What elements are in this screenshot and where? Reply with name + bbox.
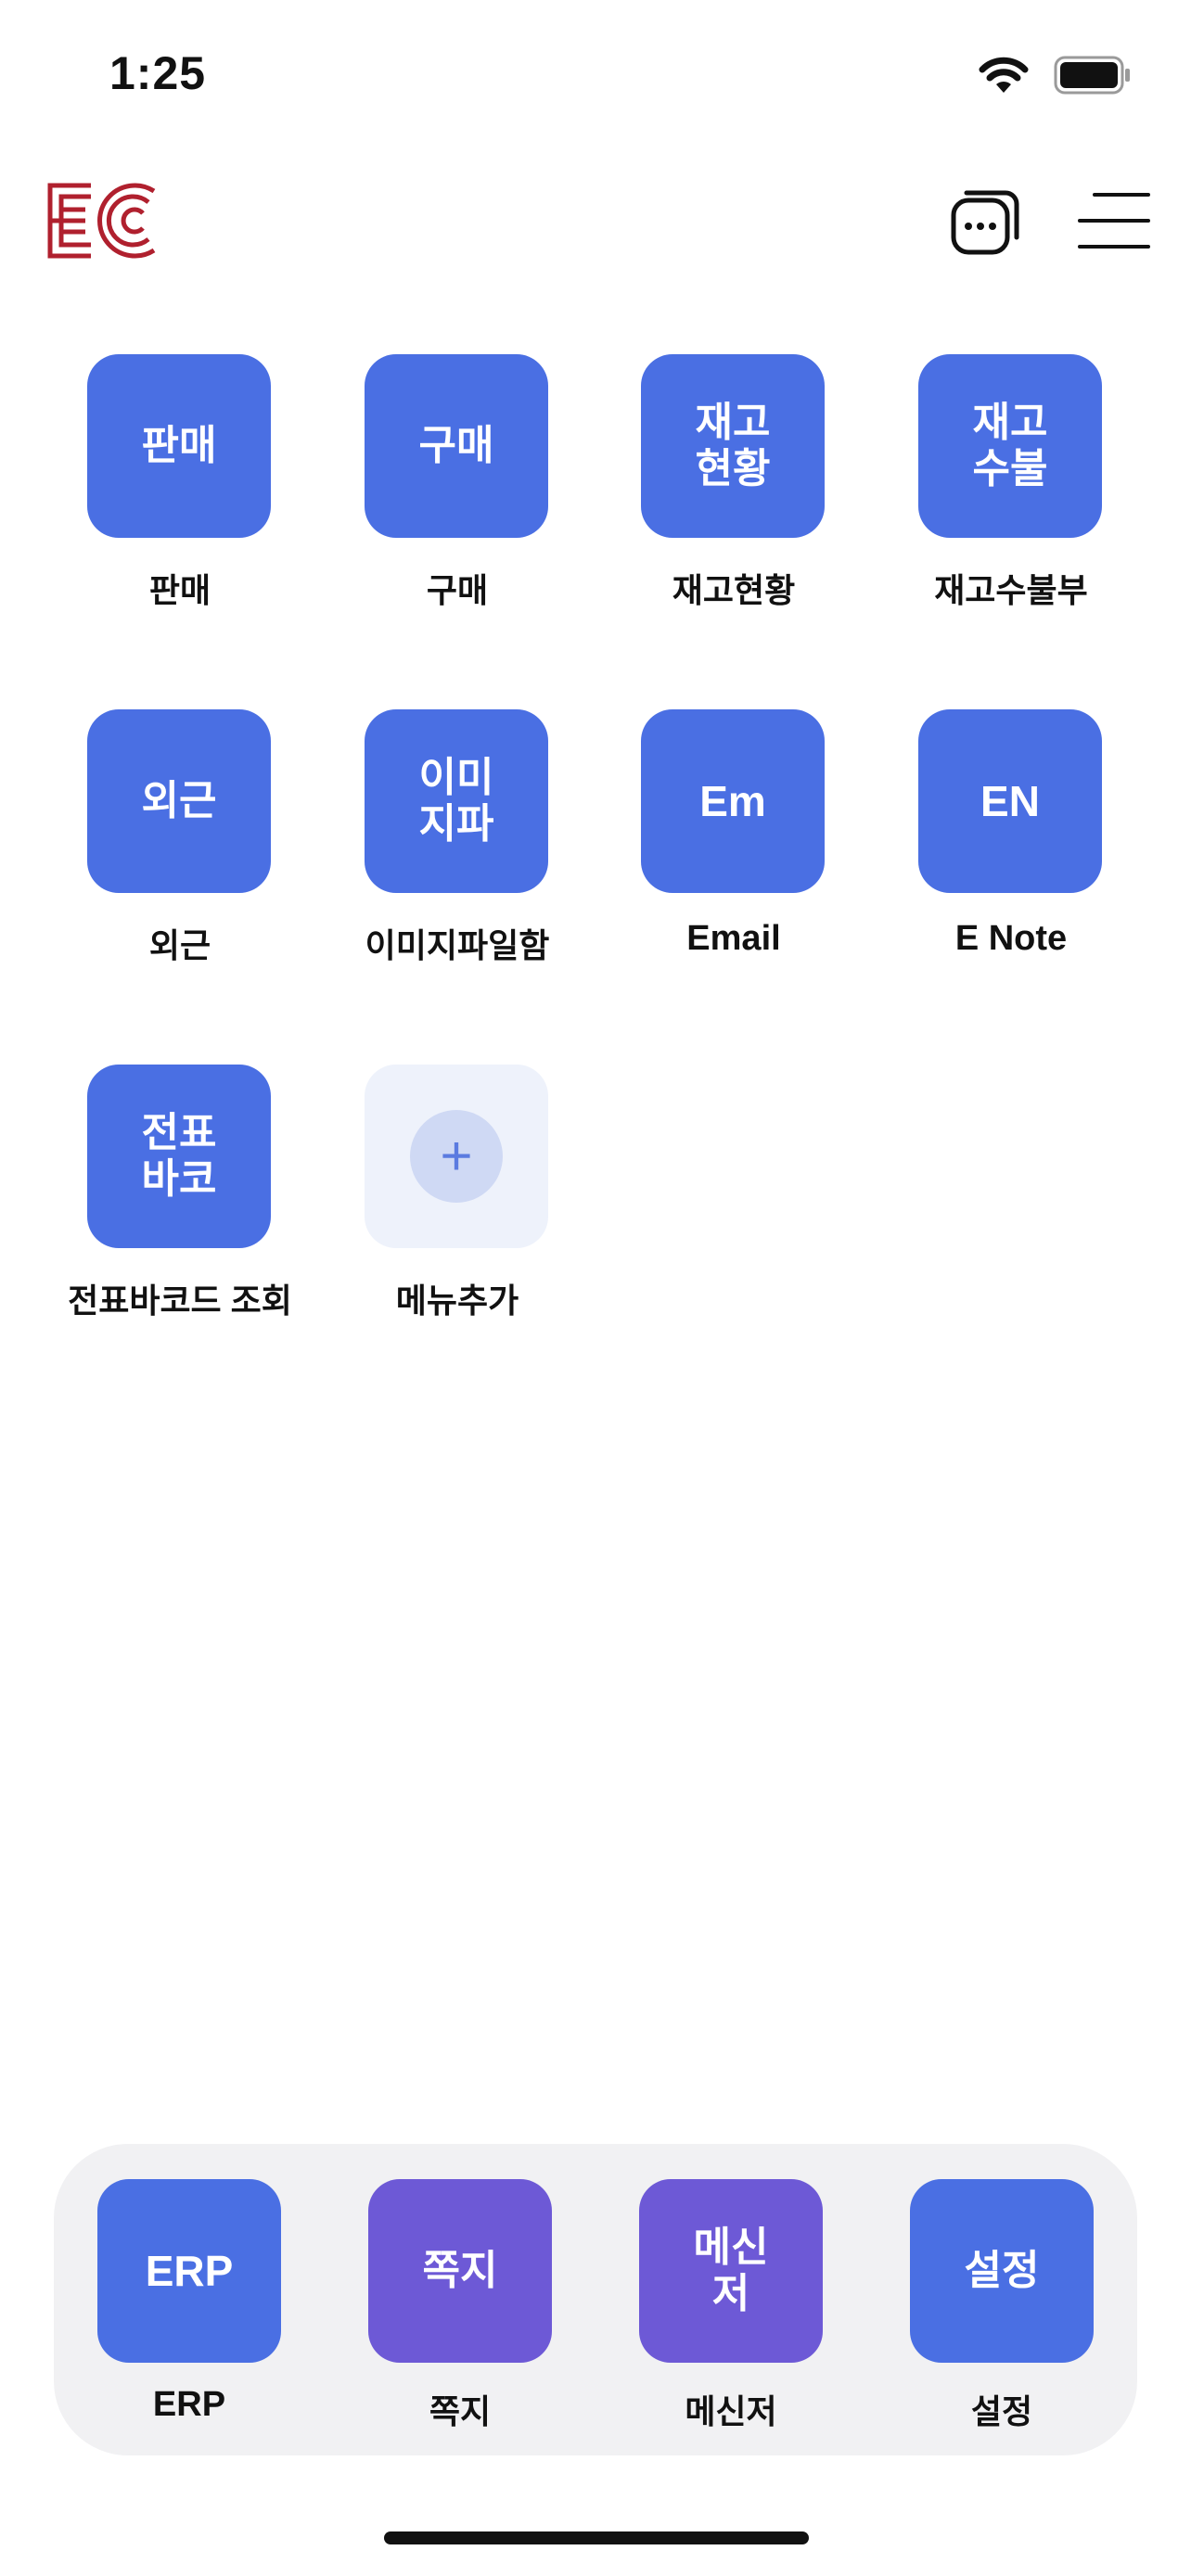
dock-item-messenger[interactable]: 메신 저 메신저: [620, 2179, 842, 2439]
menu-item-label: 판매: [148, 571, 211, 609]
battery-icon: [1054, 56, 1130, 95]
notes-icon: 쪽지: [368, 2179, 552, 2363]
bottom-dock: ERP ERP 쪽지 쪽지 메신 저 메신저 설정 설정: [54, 2144, 1137, 2455]
status-icons: [978, 56, 1132, 95]
menu-item-voucher-barcode[interactable]: 전표 바코 전표바코드 조회: [41, 1065, 319, 1324]
menu-item-label: 이미지파일함: [365, 926, 550, 964]
menu-item-inventory-status[interactable]: 재고 현황 재고현황: [595, 354, 873, 614]
inventory-status-icon: 재고 현황: [641, 354, 825, 538]
add-menu-tile: +: [365, 1065, 548, 1248]
settings-icon: 설정: [910, 2179, 1094, 2363]
menu-item-label: E Note: [954, 919, 1068, 958]
dock-item-notes[interactable]: 쪽지 쪽지: [349, 2179, 571, 2439]
menu-item-sales[interactable]: 판매 판매: [41, 354, 319, 614]
menu-item-inventory-ledger[interactable]: 재고 수불 재고수불부: [872, 354, 1150, 614]
menu-item-label: 메뉴추가: [395, 1282, 519, 1320]
sales-icon: 판매: [87, 354, 271, 538]
status-time: 1:25: [109, 47, 207, 99]
menu-item-label: 전표바코드 조회: [68, 1282, 292, 1320]
messenger-icon: 메신 저: [639, 2179, 823, 2363]
purchase-icon: 구매: [365, 354, 548, 538]
dock-item-label: ERP: [152, 2385, 226, 2424]
dock-item-erp[interactable]: ERP ERP: [78, 2179, 301, 2439]
chat-bubbles-icon[interactable]: [948, 184, 1022, 258]
dock-item-label: 쪽지: [429, 2392, 492, 2430]
email-icon: Em: [641, 709, 825, 893]
image-files-icon: 이미 지파: [365, 709, 548, 893]
menu-item-label: 재고현황: [672, 571, 796, 609]
dock-item-label: 메신저: [685, 2392, 777, 2430]
menu-item-label: 외근: [148, 926, 211, 964]
ec-logo: [47, 183, 156, 259]
menu-item-field-work[interactable]: 외근 외근: [41, 709, 319, 969]
menu-item-image-files[interactable]: 이미 지파 이미지파일함: [318, 709, 596, 969]
menu-item-label: 구매: [426, 571, 489, 609]
menu-item-label: 재고수불부: [934, 571, 1088, 609]
field-work-icon: 외근: [87, 709, 271, 893]
menu-item-add[interactable]: + 메뉴추가: [318, 1065, 596, 1324]
dock-item-label: 설정: [970, 2392, 1033, 2430]
menu-item-purchase[interactable]: 구매 구매: [318, 354, 596, 614]
voucher-barcode-icon: 전표 바코: [87, 1065, 271, 1248]
e-note-icon: EN: [918, 709, 1102, 893]
home-indicator[interactable]: [384, 2531, 809, 2544]
menu-item-email[interactable]: Em Email: [595, 709, 873, 969]
dock-item-settings[interactable]: 설정 설정: [890, 2179, 1113, 2439]
hamburger-menu-icon[interactable]: [1076, 184, 1150, 258]
menu-item-e-note[interactable]: EN E Note: [872, 709, 1150, 969]
erp-icon: ERP: [97, 2179, 281, 2363]
plus-icon: +: [410, 1110, 503, 1203]
menu-item-label: Email: [686, 919, 781, 958]
wifi-icon: [979, 57, 1029, 93]
inventory-ledger-icon: 재고 수불: [918, 354, 1102, 538]
